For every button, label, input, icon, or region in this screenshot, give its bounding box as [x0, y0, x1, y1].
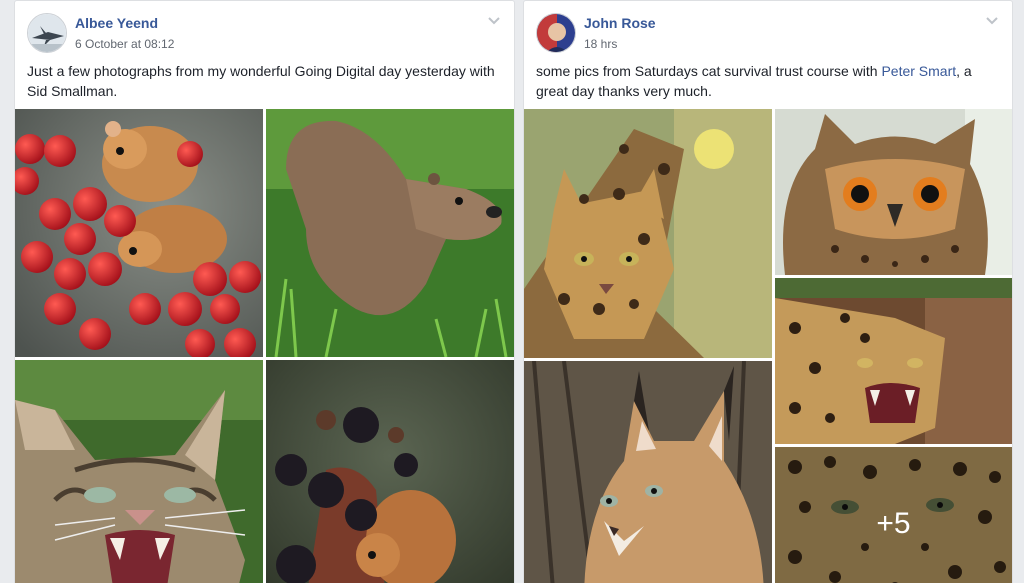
more-photos-overlay[interactable]: +5 [775, 447, 1012, 583]
avatar[interactable] [536, 13, 576, 53]
post-header: Albee Yeend 6 October at 08:12 [27, 13, 502, 53]
news-feed: Albee Yeend 6 October at 08:12 Just a fe… [0, 0, 1024, 583]
author-name[interactable]: John Rose [584, 15, 656, 31]
photo-leopard-roaring[interactable] [775, 278, 1012, 444]
post-text: some pics from Saturdays cat survival tr… [536, 61, 1000, 101]
photo-eagle-owl[interactable] [775, 109, 1012, 275]
photo-caracal[interactable] [524, 361, 772, 583]
photo-mouse-blackberries[interactable] [266, 360, 514, 583]
more-photos-count: +5 [876, 507, 911, 540]
mention-link[interactable]: Peter Smart [881, 63, 956, 79]
post-albee-yeend: Albee Yeend 6 October at 08:12 Just a fe… [14, 0, 515, 583]
photo-leopard-cat[interactable] [524, 109, 772, 358]
post-john-rose: John Rose 18 hrs some pics from Saturday… [523, 0, 1013, 583]
post-text-before: some pics from Saturdays cat survival tr… [536, 63, 882, 79]
photo-leopard-closeup[interactable]: +5 [775, 447, 1012, 583]
chevron-down-icon[interactable] [984, 15, 1000, 27]
post-timestamp[interactable]: 18 hrs [584, 37, 617, 51]
photo-otter[interactable] [266, 109, 514, 357]
photo-harvest-mice[interactable] [15, 109, 263, 357]
author-name[interactable]: Albee Yeend [75, 15, 158, 31]
post-timestamp[interactable]: 6 October at 08:12 [75, 37, 174, 51]
post-header: John Rose 18 hrs [536, 13, 1000, 53]
chevron-down-icon[interactable] [486, 15, 502, 27]
photo-wildcat[interactable] [15, 360, 263, 583]
avatar[interactable] [27, 13, 67, 53]
post-text: Just a few photographs from my wonderful… [27, 63, 495, 99]
